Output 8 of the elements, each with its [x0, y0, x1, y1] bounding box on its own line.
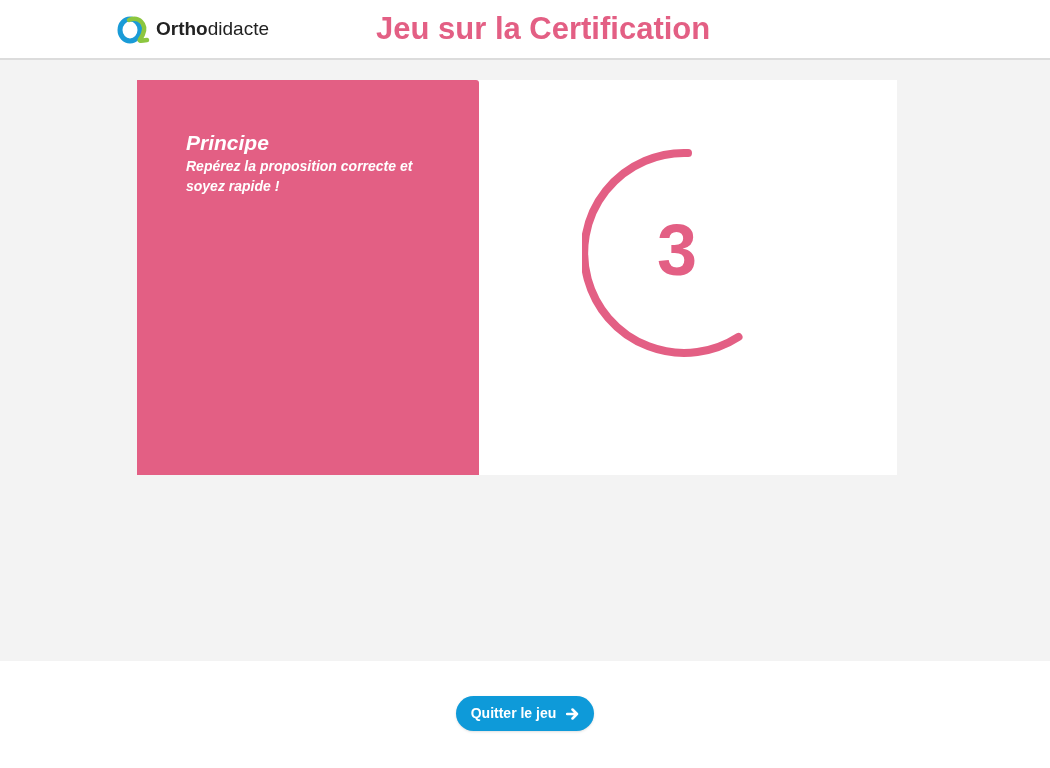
principle-text: Repérez la proposition correcte et soyez rapide !: [186, 157, 414, 196]
countdown-number: 3: [657, 210, 698, 290]
quit-game-button[interactable]: Quitter le jeu: [455, 696, 595, 731]
page-title: Jeu sur la Certification: [376, 9, 711, 48]
logo-icon: [117, 14, 150, 44]
arrow-right-icon: [566, 707, 580, 720]
logo-text: Orthodidacte: [156, 16, 269, 41]
principle-title: Principe: [186, 130, 270, 156]
